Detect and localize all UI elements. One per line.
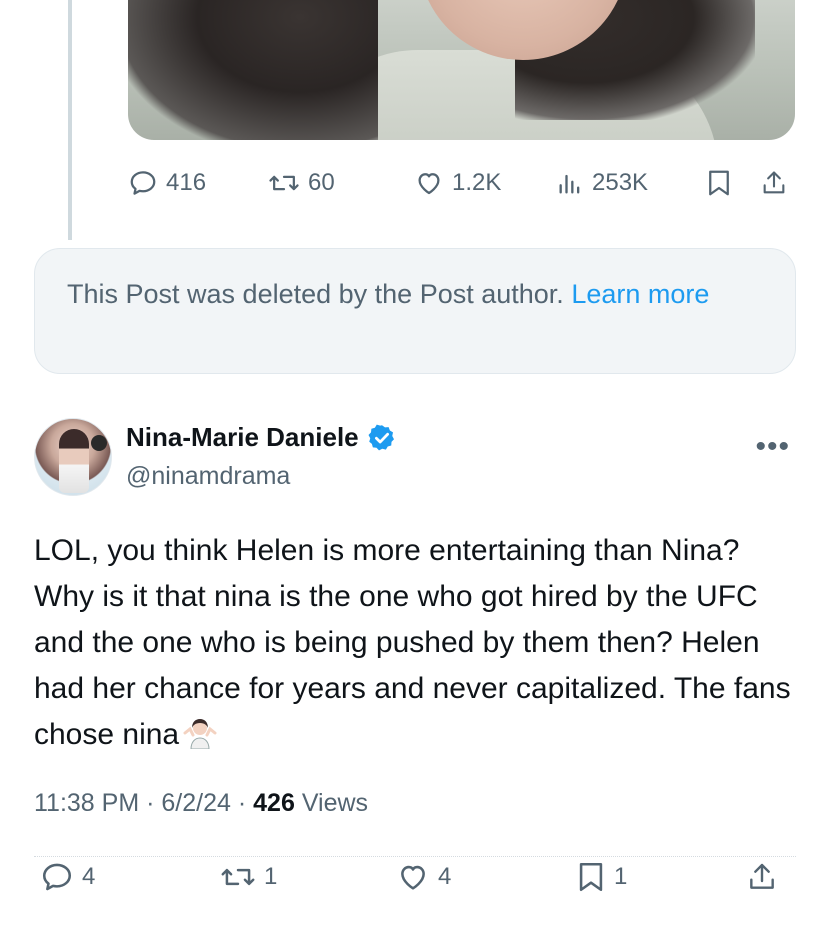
tweet-time[interactable]: 11:38 PM — [34, 789, 139, 817]
repost-icon — [221, 868, 255, 886]
share-icon — [763, 171, 785, 194]
share-icon — [750, 863, 774, 889]
reply-count: 4 — [82, 863, 96, 890]
share-button[interactable] — [746, 860, 778, 894]
avatar-figure — [59, 429, 89, 493]
author-name-row: Nina-Marie Daniele — [126, 422, 397, 453]
reply-button[interactable]: 416 — [128, 168, 206, 198]
avatar-glove — [91, 435, 107, 451]
deleted-notice-text: This Post was deleted by the Post author… — [67, 279, 564, 309]
tweet-meta: 11:38 PM · 6/2/24 · 426 Views — [34, 789, 368, 818]
tweet-detail-view: 416 60 1.2K 253K This Post was deleted b… — [0, 0, 828, 947]
reply-count: 416 — [166, 169, 207, 196]
divider — [34, 856, 796, 857]
thread-connector-line — [68, 0, 72, 240]
views-count: 253K — [592, 169, 649, 196]
bookmark-icon — [579, 862, 603, 892]
repost-count: 60 — [308, 169, 335, 196]
avatar[interactable] — [34, 418, 112, 496]
reply-icon — [42, 863, 72, 891]
more-options-icon[interactable]: ••• — [755, 430, 790, 464]
deleted-post-notice: This Post was deleted by the Post author… — [34, 248, 796, 374]
share-button[interactable] — [760, 168, 788, 198]
tweet-views-label: Views — [301, 789, 369, 817]
tweet-date[interactable]: 6/2/24 — [161, 789, 231, 817]
bookmark-count: 1 — [614, 863, 628, 890]
tweet-views-count: 426 — [253, 789, 295, 817]
verified-badge-icon — [368, 424, 394, 450]
meta-separator: · — [237, 789, 247, 817]
bookmark-button[interactable]: 1 — [576, 860, 627, 894]
author-name[interactable]: Nina-Marie Daniele — [126, 422, 359, 453]
like-button[interactable]: 1.2K — [414, 168, 501, 198]
quoted-post-image[interactable] — [128, 0, 795, 140]
repost-count: 1 — [264, 863, 278, 890]
reply-button[interactable]: 4 — [40, 860, 95, 894]
learn-more-link[interactable]: Learn more — [571, 279, 709, 309]
reply-icon — [130, 171, 156, 195]
repost-button[interactable]: 60 — [268, 168, 335, 198]
tweet-text: LOL, you think Helen is more entertainin… — [34, 528, 794, 758]
bookmark-button[interactable] — [706, 168, 732, 198]
bookmark-icon — [709, 170, 729, 196]
views-button[interactable]: 253K — [556, 168, 648, 198]
quoted-post-actions: 416 60 1.2K 253K — [0, 168, 828, 204]
heart-icon — [418, 173, 440, 195]
meta-separator: · — [146, 789, 155, 817]
heart-icon — [401, 865, 425, 890]
tweet-body: LOL, you think Helen is more entertainin… — [34, 534, 791, 751]
repost-icon — [269, 175, 299, 191]
tweet-actions: 4 1 4 1 — [0, 860, 828, 900]
like-button[interactable]: 4 — [396, 860, 451, 894]
image-hair-left — [128, 0, 378, 140]
author-handle[interactable]: @ninamdrama — [126, 462, 290, 491]
views-chart-icon — [559, 174, 580, 194]
repost-button[interactable]: 1 — [220, 860, 277, 894]
like-count: 4 — [438, 863, 452, 890]
like-count: 1.2K — [452, 169, 502, 196]
person-shrugging-emoji-icon — [183, 719, 217, 749]
